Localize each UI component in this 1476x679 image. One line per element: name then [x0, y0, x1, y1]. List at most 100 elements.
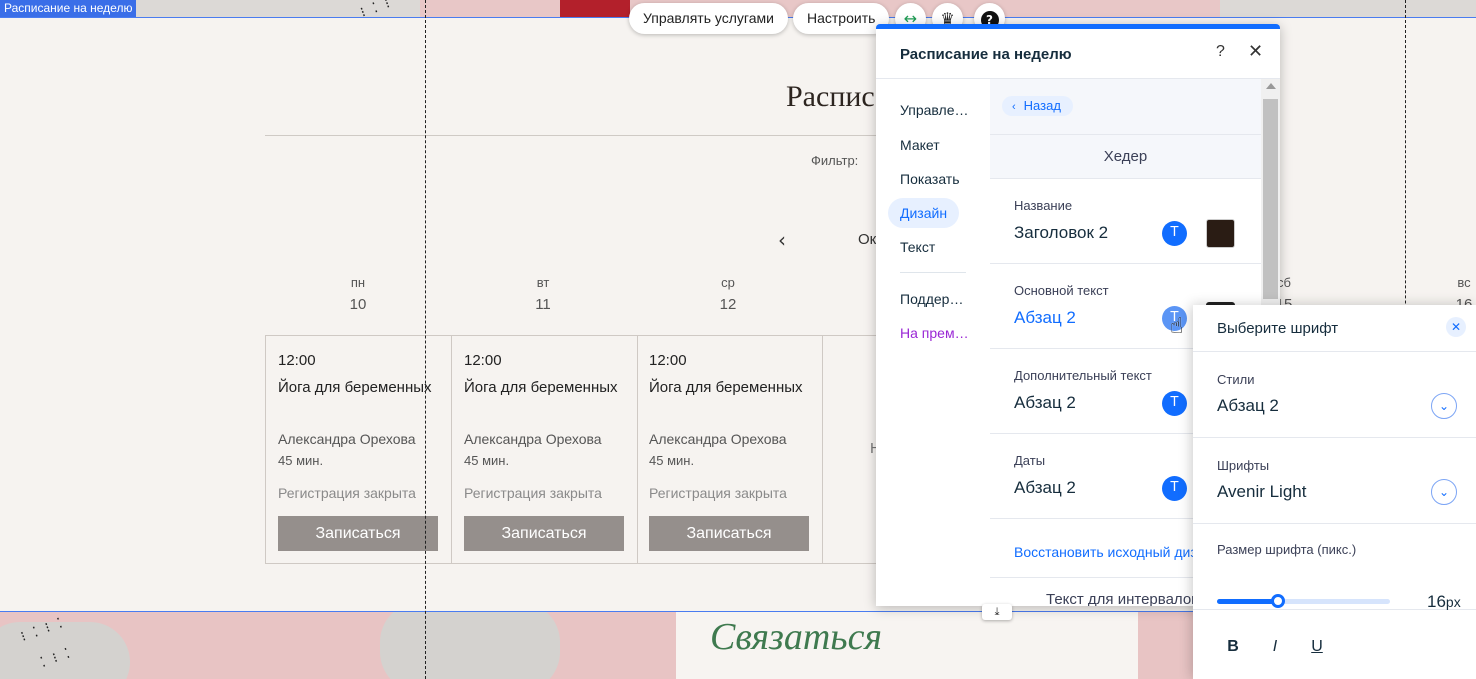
session-duration: 45 мин.	[464, 453, 510, 468]
session-name: Йога для беременных	[278, 379, 432, 396]
close-icon[interactable]: ✕	[1446, 317, 1466, 337]
schedule-grid: 12:00 Йога для беременных Александра Оре…	[265, 335, 885, 564]
book-button[interactable]: Записаться	[464, 516, 624, 551]
interval-text-label: Текст для интервалов	[1046, 591, 1200, 606]
day-name: ср	[721, 275, 735, 290]
chevron-down-icon[interactable]: ⌄	[1431, 393, 1457, 419]
chevron-left-icon[interactable]: ‹	[778, 228, 786, 252]
nav-item-support[interactable]: Поддержка	[888, 284, 984, 314]
font-size-label: Размер шрифта (пикс.)	[1217, 542, 1357, 557]
underline-button[interactable]: U	[1305, 635, 1329, 659]
session-duration: 45 мин.	[278, 453, 324, 468]
setting-value: Абзац 2	[1014, 308, 1076, 327]
text-style-icon[interactable]: T	[1162, 476, 1187, 501]
session-name: Йога для беременных	[464, 379, 618, 396]
font-size-number: 16	[1427, 592, 1446, 611]
day-date: 11	[535, 296, 551, 313]
day-date: 12	[719, 296, 737, 313]
setting-label: Дополнительный текст	[1014, 368, 1152, 383]
session-status: Регистрация закрыта	[464, 485, 602, 501]
book-button[interactable]: Записаться	[278, 516, 438, 551]
nav-item-text[interactable]: Текст	[888, 232, 984, 262]
close-icon[interactable]: ✕	[1248, 41, 1263, 62]
bold-button[interactable]: B	[1221, 635, 1245, 659]
back-label: Назад	[1023, 98, 1061, 113]
background-shape	[380, 612, 560, 679]
setting-label: Даты	[1014, 453, 1046, 468]
session-status: Регистрация закрыта	[278, 485, 416, 501]
setting-label: Название	[1014, 198, 1073, 213]
day-name: вс	[1457, 275, 1471, 290]
settings-button[interactable]: Настроить	[793, 3, 890, 34]
setting-label: Основной текст	[1014, 283, 1109, 298]
session-staff: Александра Орехова	[464, 431, 602, 447]
book-button[interactable]: Записаться	[649, 516, 809, 551]
styles-label: Стили	[1217, 372, 1255, 387]
month-label: Ок	[858, 231, 877, 248]
day-header: ср 12	[698, 275, 758, 313]
background-shape	[1220, 0, 1476, 18]
text-style-icon[interactable]: T	[1162, 221, 1187, 246]
session-time: 12:00	[649, 352, 687, 369]
italic-button[interactable]: I	[1263, 635, 1287, 659]
contact-title: Связаться	[710, 616, 883, 658]
guide-line	[425, 0, 426, 679]
fonts-label: Шрифты	[1217, 458, 1270, 473]
font-size-slider[interactable]	[1217, 594, 1390, 608]
session-card: 12:00 Йога для беременных Александра Оре…	[637, 336, 823, 563]
font-size-value[interactable]: 16px	[1427, 592, 1461, 612]
section-title: Хедер	[990, 135, 1261, 179]
nav-item-premium[interactable]: На премиум	[888, 318, 984, 348]
content-top: ‹ Назад	[990, 79, 1261, 135]
session-name: Йога для беременных	[649, 379, 803, 396]
session-card: 12:00 Йога для беременных Александра Оре…	[452, 336, 638, 563]
session-time: 12:00	[464, 352, 502, 369]
font-panel-header: Выберите шрифт ✕	[1193, 305, 1476, 352]
setting-row-title: Название Заголовок 2 T	[990, 179, 1261, 264]
nav-item-display[interactable]: Показать	[888, 164, 984, 194]
text-style-icon[interactable]: T	[1162, 391, 1187, 416]
chevron-down-icon[interactable]: ⌄	[1431, 479, 1457, 505]
panel-nav: Управление услугами Макет Показать Дизай…	[876, 79, 990, 606]
font-chooser-panel: Выберите шрифт ✕ Стили Абзац 2 ⌄ Шрифты …	[1193, 305, 1476, 679]
setting-value: Абзац 2	[1014, 478, 1076, 497]
color-swatch[interactable]	[1206, 219, 1235, 248]
nav-item-manage[interactable]: Управление услугами	[888, 95, 984, 125]
hand-cursor-icon: ☝	[1170, 314, 1184, 339]
session-staff: Александра Орехова	[278, 431, 416, 447]
fonts-value: Avenir Light	[1217, 482, 1307, 501]
font-size-control: Размер шрифта (пикс.) 16px	[1193, 524, 1476, 612]
session-status: Регистрация закрыта	[649, 485, 787, 501]
chevron-left-icon: ‹	[1012, 101, 1016, 113]
setting-value: Заголовок 2	[1014, 223, 1109, 242]
scrollbar-thumb[interactable]	[1263, 99, 1278, 299]
day-name: вт	[536, 275, 550, 290]
back-button[interactable]: ‹ Назад	[1002, 96, 1073, 116]
styles-value: Абзац 2	[1217, 396, 1279, 415]
download-icon[interactable]: ⤓	[982, 604, 1012, 620]
day-header: вт 11	[513, 275, 573, 313]
filter-label: Фильтр:	[811, 153, 859, 168]
nav-divider	[900, 272, 966, 273]
nav-item-design[interactable]: Дизайн	[888, 198, 960, 228]
help-icon[interactable]: ?	[1216, 43, 1225, 61]
panel-header: Расписание на неделю ? ✕	[876, 29, 1280, 79]
section-tag[interactable]: Расписание на неделю	[0, 0, 137, 17]
slider-handle[interactable]	[1270, 594, 1285, 608]
day-date: 10	[349, 296, 367, 313]
manage-services-button[interactable]: Управлять услугами	[629, 3, 788, 34]
styles-dropdown[interactable]: Стили Абзац 2 ⌄	[1193, 352, 1476, 438]
setting-value: Абзац 2	[1014, 393, 1076, 412]
fonts-dropdown[interactable]: Шрифты Avenir Light ⌄	[1193, 438, 1476, 524]
restore-design-link[interactable]: Восстановить исходный дизайн	[1014, 544, 1220, 560]
nav-item-layout[interactable]: Макет	[888, 130, 984, 160]
font-size-unit: px	[1445, 594, 1461, 610]
scroll-up-icon[interactable]	[1266, 83, 1276, 89]
panel-title: Расписание на неделю	[900, 46, 1072, 63]
day-name: пн	[350, 275, 366, 290]
session-time: 12:00	[278, 352, 316, 369]
session-duration: 45 мин.	[649, 453, 695, 468]
day-header: пн 10	[328, 275, 388, 313]
session-staff: Александра Орехова	[649, 431, 787, 447]
slider-fill	[1217, 599, 1278, 604]
